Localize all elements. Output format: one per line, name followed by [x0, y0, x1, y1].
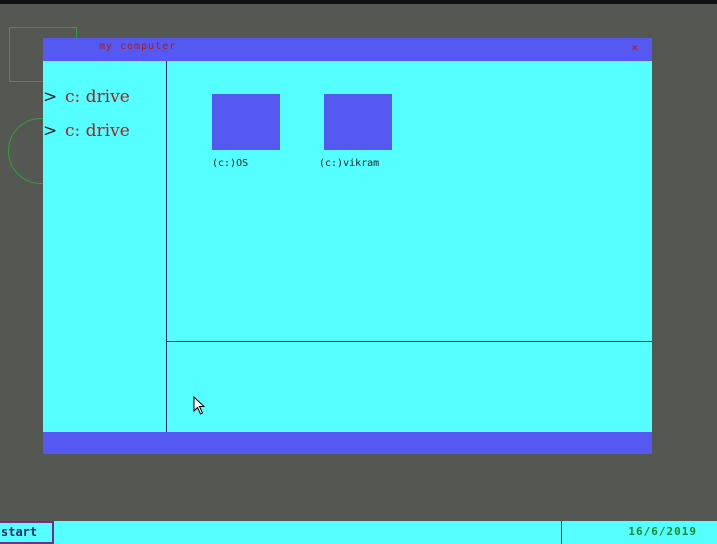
drive-label: (c:)vikram	[319, 158, 380, 169]
sidebar-item-c-drive[interactable]: > c: drive	[43, 87, 130, 107]
my-computer-window: my computer × > c: drive > c: drive (c:)OS…	[43, 38, 652, 454]
drive-tile-vikram[interactable]: (c:)vikram	[319, 94, 420, 169]
expand-arrow-icon[interactable]: >	[43, 121, 65, 141]
mouse-pointer-icon	[193, 396, 206, 415]
sidebar-item-c-drive[interactable]: > c: drive	[43, 121, 130, 141]
expand-arrow-icon[interactable]: >	[43, 87, 65, 107]
sidebar-item-label: c: drive	[65, 87, 130, 107]
window-statusbar	[43, 432, 652, 454]
taskbar-clock-area: 16/6/2019	[561, 521, 717, 544]
drive-tree-sidebar: > c: drive > c: drive	[43, 61, 167, 432]
taskbar: start 16/6/2019	[0, 521, 717, 544]
start-button[interactable]: start	[0, 521, 54, 544]
window-title: my computer	[99, 41, 177, 52]
date-display: 16/6/2019	[628, 525, 697, 538]
drive-icon[interactable]	[324, 94, 392, 150]
drive-tile-os[interactable]: (c:)OS	[212, 94, 308, 169]
screen-top-strip	[0, 0, 717, 4]
drive-contents-pane: (c:)OS (c:)vikram	[167, 61, 652, 342]
drive-icon[interactable]	[212, 94, 280, 150]
window-titlebar[interactable]: my computer ×	[43, 38, 652, 61]
sidebar-item-label: c: drive	[65, 121, 130, 141]
drive-label: (c:)OS	[212, 158, 249, 169]
close-icon[interactable]: ×	[631, 41, 638, 54]
